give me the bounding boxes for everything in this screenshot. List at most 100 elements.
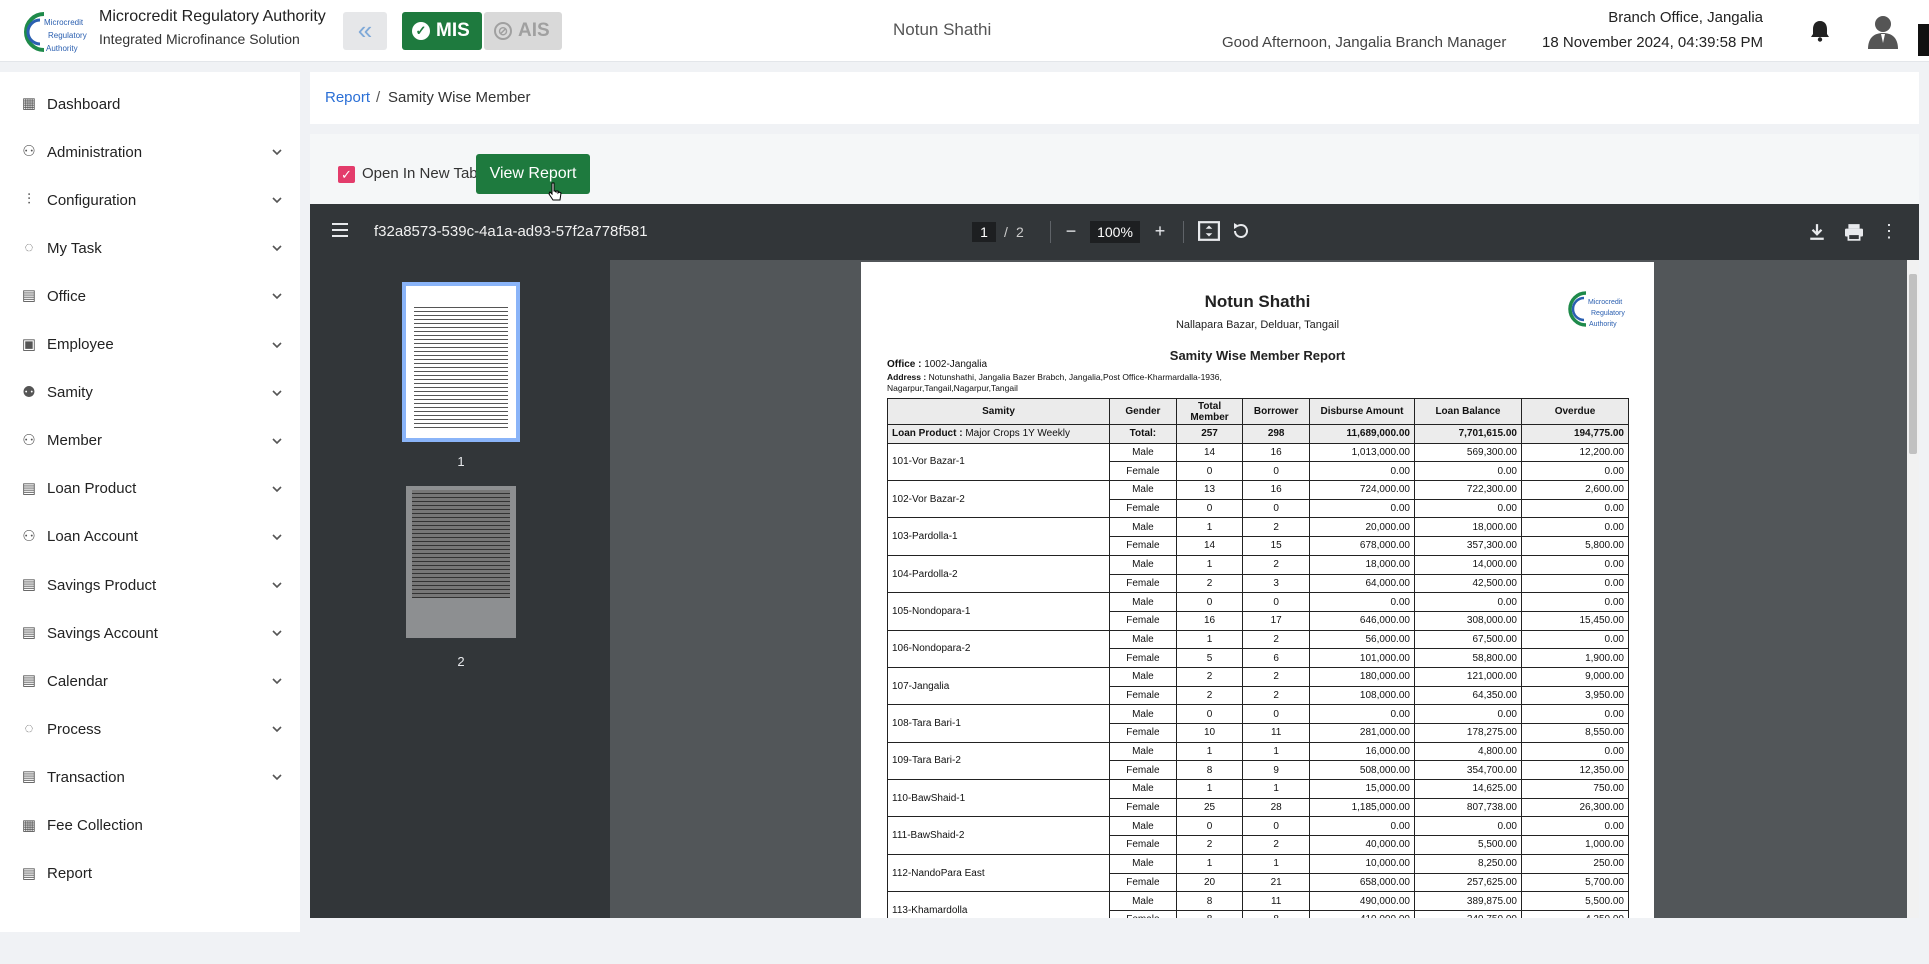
mis-toggle-button[interactable]: ✓ MIS bbox=[402, 12, 482, 50]
chevron-down-icon[interactable] bbox=[271, 339, 283, 351]
zoom-level-input[interactable]: 100% bbox=[1090, 221, 1140, 243]
chevron-down-icon[interactable] bbox=[271, 675, 283, 687]
table-row: 107-Jangalia Male 2 2 180,000.00 121,000.00 9,… bbox=[886, 666, 1630, 706]
sidebar: ▦ Dashboard ⚇ Administration ⫶ Configuration ◌… bbox=[0, 72, 300, 932]
ais-toggle-button[interactable]: ⊘ AIS bbox=[484, 12, 562, 50]
org-subtitle: Integrated Microfinance Solution bbox=[99, 31, 300, 47]
table-cell: 8 bbox=[1175, 891, 1244, 911]
table-cell: 1,013,000.00 bbox=[1308, 442, 1415, 463]
report-icon: ▤ bbox=[21, 864, 37, 882]
table-cell: 0.00 bbox=[1520, 517, 1630, 538]
sidebar-item-savings-account[interactable]: ▤ Savings Account bbox=[0, 613, 300, 653]
chevron-down-icon[interactable] bbox=[271, 627, 283, 639]
table-cell: 8 bbox=[1175, 909, 1244, 918]
thumbnail-panel: 1 2 bbox=[310, 260, 610, 918]
chevron-down-icon[interactable] bbox=[271, 194, 283, 206]
sidebar-item-fee-collection[interactable]: ▦ Fee Collection bbox=[0, 806, 300, 846]
table-row: 102-Vor Bazar-2 Male 13 16 724,000.00 722,300… bbox=[886, 480, 1630, 519]
page-thumbnail-1[interactable] bbox=[402, 282, 520, 442]
sidebar-item-label: My Task bbox=[47, 239, 102, 257]
chevron-down-icon[interactable] bbox=[271, 387, 283, 399]
greeting-text: Good Afternoon, Jangalia Branch Manager bbox=[1222, 34, 1507, 51]
pdf-page: Notun Shathi Nallapara Bazar, Delduar, T… bbox=[861, 262, 1654, 918]
scrollbar-thumb[interactable] bbox=[1909, 274, 1917, 454]
sidebar-item-label: Office bbox=[47, 287, 86, 305]
sidebar-item-dashboard[interactable]: ▦ Dashboard bbox=[0, 84, 300, 124]
print-icon[interactable] bbox=[1843, 223, 1865, 241]
table-cell: 0 bbox=[1242, 461, 1310, 482]
table-cell: 64,350.00 bbox=[1413, 685, 1522, 706]
sidebar-item-report[interactable]: ▤ Report bbox=[0, 854, 300, 894]
zoom-in-icon[interactable]: + bbox=[1149, 220, 1171, 242]
sidebar-item-loan-product[interactable]: ▤ Loan Product bbox=[0, 469, 300, 509]
open-new-tab-checkbox[interactable]: ✓ bbox=[338, 166, 355, 183]
user-avatar-icon[interactable] bbox=[1866, 13, 1900, 49]
column-header: Borrower bbox=[1242, 398, 1310, 425]
table-cell: 101,000.00 bbox=[1308, 648, 1415, 668]
table-cell: 112-NandoPara East bbox=[886, 853, 1111, 893]
collapse-sidebar-button[interactable]: « bbox=[343, 12, 387, 50]
table-cell: 101-Vor Bazar-1 bbox=[886, 442, 1111, 482]
pdf-viewer: f32a8573-539c-4a1a-ad93-57f2a778f581 1 /… bbox=[310, 204, 1919, 918]
sidebar-item-my-task[interactable]: ◌ My Task bbox=[0, 228, 300, 268]
bell-icon[interactable] bbox=[1810, 20, 1830, 42]
breadcrumb-report-link[interactable]: Report bbox=[325, 89, 370, 106]
thumbnail-content bbox=[412, 490, 510, 598]
sidebar-item-savings-product[interactable]: ▤ Savings Product bbox=[0, 565, 300, 605]
sidebar-item-member[interactable]: ⚇ Member bbox=[0, 421, 300, 461]
table-cell: 0.00 bbox=[1308, 592, 1415, 612]
chevron-down-icon[interactable] bbox=[271, 242, 283, 254]
chevron-down-icon[interactable] bbox=[271, 723, 283, 735]
table-row: 112-NandoPara East Male 1 1 10,000.00 8,250.0… bbox=[886, 853, 1630, 893]
chevron-down-icon[interactable] bbox=[271, 579, 283, 591]
page-number-input[interactable]: 1 bbox=[972, 222, 996, 242]
download-icon[interactable] bbox=[1806, 223, 1828, 241]
table-cell: 0.00 bbox=[1308, 816, 1415, 837]
table-cell: Female bbox=[1109, 498, 1177, 519]
rotate-icon[interactable] bbox=[1230, 221, 1252, 241]
sidebar-item-transaction[interactable]: ▤ Transaction bbox=[0, 757, 300, 797]
chevron-down-icon[interactable] bbox=[271, 435, 283, 447]
ban-icon: ⊘ bbox=[494, 22, 512, 40]
table-cell: 807,738.00 bbox=[1413, 797, 1522, 818]
svg-text:Microcredit: Microcredit bbox=[1588, 299, 1622, 306]
menu-icon[interactable] bbox=[332, 223, 348, 237]
table-cell: 4,800.00 bbox=[1413, 741, 1522, 762]
viewer-scrollbar[interactable] bbox=[1907, 260, 1919, 918]
view-report-button[interactable]: View Report bbox=[476, 154, 590, 194]
table-cell: 14 bbox=[1175, 442, 1244, 463]
chevron-down-icon[interactable] bbox=[271, 146, 283, 158]
table-cell: Male bbox=[1109, 480, 1177, 500]
table-cell: Male bbox=[1109, 704, 1177, 724]
sidebar-item-samity[interactable]: ⚉ Samity bbox=[0, 373, 300, 413]
table-cell: Female bbox=[1109, 573, 1177, 594]
sidebar-item-loan-account[interactable]: ⚇ Loan Account bbox=[0, 517, 300, 557]
chevron-down-icon[interactable] bbox=[271, 531, 283, 543]
table-cell: 2 bbox=[1242, 685, 1310, 706]
sidebar-item-administration[interactable]: ⚇ Administration bbox=[0, 132, 300, 172]
fit-page-icon[interactable] bbox=[1198, 221, 1220, 241]
sidebar-item-office[interactable]: ▤ Office bbox=[0, 276, 300, 316]
table-cell: Female bbox=[1109, 461, 1177, 482]
sidebar-item-employee[interactable]: ▣ Employee bbox=[0, 325, 300, 365]
table-cell: 105-Nondopara-1 bbox=[886, 592, 1111, 631]
chevron-down-icon[interactable] bbox=[271, 483, 283, 495]
sidebar-item-label: Transaction bbox=[47, 768, 125, 786]
table-cell: Female bbox=[1109, 648, 1177, 668]
table-row: 103-Pardolla-1 Male 1 2 20,000.00 18,000.00 0.… bbox=[886, 517, 1630, 556]
chevron-down-icon[interactable] bbox=[271, 771, 283, 783]
page-thumbnail-2[interactable] bbox=[406, 486, 516, 638]
sidebar-item-configuration[interactable]: ⫶ Configuration bbox=[0, 180, 300, 220]
sidebar-item-process[interactable]: ◌ Process bbox=[0, 709, 300, 749]
table-cell: 13 bbox=[1175, 480, 1244, 500]
chevron-down-icon[interactable] bbox=[271, 290, 283, 302]
open-new-tab-label[interactable]: Open In New Tab bbox=[362, 165, 478, 182]
table-cell: Male bbox=[1109, 779, 1177, 799]
report-address: Address : Notunshathi, Jangalia Bazer Br… bbox=[887, 372, 1222, 393]
column-header: Overdue bbox=[1520, 398, 1630, 425]
loan-product-icon: ▤ bbox=[21, 479, 37, 497]
more-options-icon[interactable]: ⋮ bbox=[1878, 220, 1900, 242]
zoom-out-icon[interactable]: − bbox=[1060, 220, 1082, 242]
sidebar-item-calendar[interactable]: ▤ Calendar bbox=[0, 661, 300, 701]
table-cell: 109-Tara Bari-2 bbox=[886, 741, 1111, 781]
